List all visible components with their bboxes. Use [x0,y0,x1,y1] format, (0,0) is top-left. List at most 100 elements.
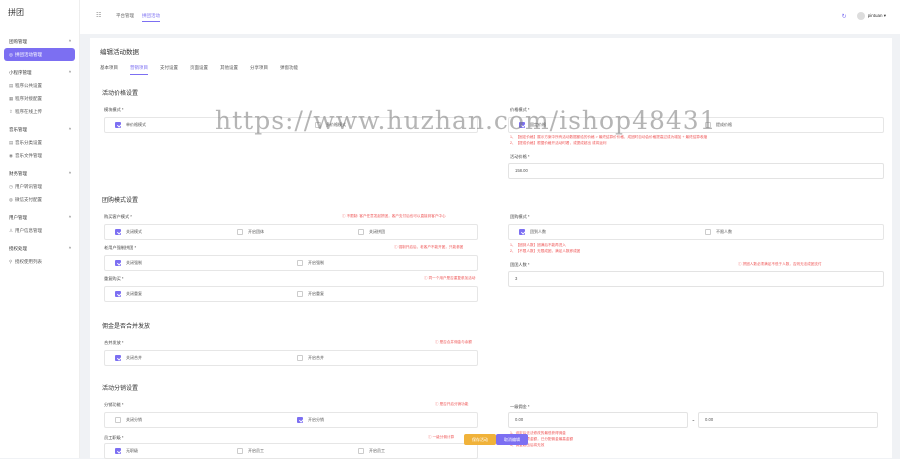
sidebar-item[interactable]: ▦ 程序对接配置 [0,92,79,105]
option[interactable]: 开启重复 [297,291,324,297]
sidebar-group-title[interactable]: 团购管理 ^ [0,36,79,48]
mode-label: 模块模式 * [104,107,124,112]
sidebar-item[interactable]: ♙ 用户信息管理 [0,224,79,237]
option[interactable]: 团到人数 [519,229,546,235]
dist-label: 分销功能 * [104,402,124,407]
checkbox-checked[interactable] [297,417,303,423]
option[interactable]: 开启分销 [297,417,324,423]
rate-min-input[interactable]: 0.00 [508,412,688,428]
option[interactable]: 开启团体 [237,229,264,235]
tab-marketing[interactable]: 营销项目 [130,65,148,75]
breadcrumb-item[interactable]: 平台管理 [116,13,134,22]
sidebar-item[interactable]: ⚲ 授权使用列表 [0,255,79,268]
save-button[interactable]: 保存活动 [464,434,496,445]
checkbox-checked[interactable] [115,122,121,128]
option[interactable]: 关闭拼团 [358,229,385,235]
checkbox[interactable] [358,448,364,454]
force-hint: ⓘ 强制开启后，老客户不能开团，只能参团 [394,245,464,249]
sidebar-group: 团购管理 ^ ◎ 拼团活动管理 [0,36,79,61]
rate-label: 一级佣金 * [510,404,530,409]
sidebar-group: 小程序管理 ^ ▤ 程序公共设置 ▦ 程序对接配置 ⇪ 程序在线上传 [0,67,79,118]
checkbox[interactable] [115,417,121,423]
option[interactable]: 开启员工 [237,448,264,454]
checkbox-checked[interactable] [115,355,121,361]
tab-popup[interactable]: 弹窗功能 [280,65,298,75]
app-logo: 拼团 [8,8,24,17]
option[interactable]: 无职级 [115,448,138,454]
watermark-text: https://www.huzhan.com/ishop48431 [215,106,717,135]
count-label: 团团人数 * [510,262,530,267]
option[interactable]: 关闭强制 [115,260,142,266]
checkbox-checked[interactable] [115,448,121,454]
sidebar-item-group-activity[interactable]: ◎ 拼团活动管理 [4,48,75,61]
section-title-group: 团购模式设置 [102,198,139,204]
chevron-down-icon: ▾ [883,13,886,19]
section-title-price: 活动价格设置 [102,91,139,97]
refresh-icon[interactable]: ↻ [842,13,847,20]
sidebar-item[interactable]: ◍ 微信支付配置 [0,193,79,206]
breadcrumb-current[interactable]: 拼团活动 [142,13,160,22]
repeat-label: 重复购买 * [104,276,124,281]
sidebar-group-title[interactable]: 授权处理 ^ [0,243,79,255]
staff-hint: ⓘ 一级分佣计算 [428,435,455,439]
option[interactable]: 关闭分销 [115,417,142,423]
breadcrumb: 平台管理 拼团活动 [116,13,160,22]
tuan-mode-options: 团到人数 不限人数 [508,224,884,240]
checkbox[interactable] [705,229,711,235]
sidebar-item[interactable]: ◉ 音乐文件管理 [0,149,79,162]
sidebar-item[interactable]: ⇪ 程序在线上传 [0,105,79,118]
tab-basic[interactable]: 基本项目 [100,65,118,75]
force-label: 老用户强制拼团 * [104,245,137,250]
tab-payment[interactable]: 支付设置 [160,65,178,75]
tab-share[interactable]: 分享项目 [250,65,268,75]
option[interactable]: 开启强制 [297,260,324,266]
force-options: 关闭强制 开启强制 [104,255,478,271]
section-title-merge: 佣金是否合并发放 [102,324,151,330]
section-title-dist: 活动分销设置 [102,386,139,392]
buyer-mode-hint: ⓘ 不限制: 客户任意发起拼团，客户支付后也可以直接到客户中心 [342,214,446,218]
option[interactable]: 关闭模式 [115,229,142,235]
sidebar-group-title[interactable]: 小程序管理 ^ [0,67,79,79]
checkbox[interactable] [237,448,243,454]
chevron-up-icon: ^ [68,127,71,132]
checkbox[interactable] [237,229,243,235]
checkbox[interactable] [297,355,303,361]
tab-page[interactable]: 页面设置 [190,65,208,75]
page-title: 编辑活动数据 [100,49,139,56]
checkbox-checked[interactable] [115,229,121,235]
option[interactable]: 关闭重复 [115,291,142,297]
count-input[interactable]: 3 [508,271,884,287]
checkbox-checked[interactable] [519,229,525,235]
tab-bar: 基本项目 营销项目 支付设置 页面设置 其他设置 分享项目 弹窗功能 [100,65,298,75]
cancel-button[interactable]: 取消编辑 [496,434,528,445]
checkbox-checked[interactable] [115,291,121,297]
option[interactable]: 开启合并 [297,355,324,361]
tab-other[interactable]: 其他设置 [220,65,238,75]
checkbox-checked[interactable] [115,260,121,266]
checkbox[interactable] [358,229,364,235]
merge-label: 合并发放 * [104,340,124,345]
sidebar-group-title[interactable]: 音乐管理 ^ [0,124,79,136]
sidebar-group: 授权处理 ^ ⚲ 授权使用列表 [0,243,79,268]
topbar-right: ↻ pintuan ▾ [842,12,886,20]
option[interactable]: 不限人数 [705,229,732,235]
staff-label: 员工职级 * [104,435,124,440]
sidebar-item[interactable]: ▤ 音乐分类设置 [0,136,79,149]
chevron-up-icon: ^ [68,171,71,176]
sidebar-group-title[interactable]: 用户管理 ^ [0,212,79,224]
sidebar-item[interactable]: ▤ 程序公共设置 [0,79,79,92]
sidebar-group-title[interactable]: 财务管理 ^ [0,168,79,180]
tuan-mode-notes: 1、【团到人数】团满后不能再进入 2、【不限人数】无限成团，满足人数即成团 [510,243,581,253]
dist-options: 关闭分销 开启分销 [104,412,478,428]
price-input[interactable]: 158.00 [508,163,884,179]
option[interactable]: 开启员工 [358,448,385,454]
checkbox[interactable] [297,260,303,266]
sidebar-item[interactable]: ◷ 用户转讯管理 [0,180,79,193]
rate-max-input[interactable]: 0.00 [698,412,878,428]
option-single-price[interactable]: 单价格模式 [115,122,146,128]
checkbox[interactable] [297,291,303,297]
menu-fold-icon[interactable]: ☷ [96,12,101,19]
option[interactable]: 关闭合并 [115,355,142,361]
user-menu[interactable]: pintuan ▾ [856,12,886,20]
rate-separator: ~ [692,418,695,423]
